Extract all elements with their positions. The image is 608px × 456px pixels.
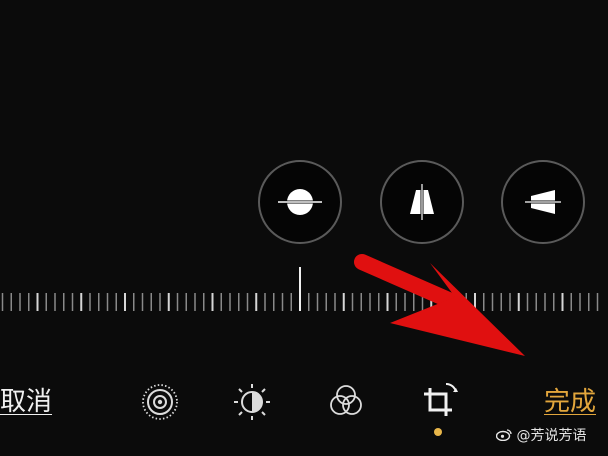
straighten-dial[interactable]	[0, 265, 608, 315]
adjust-button[interactable]	[230, 380, 274, 424]
filters-button[interactable]	[324, 380, 368, 424]
filters-icon	[330, 385, 362, 415]
vertical-perspective-button[interactable]	[380, 160, 464, 244]
active-tool-indicator	[434, 428, 442, 436]
live-photo-button[interactable]	[138, 380, 182, 424]
live-photo-icon	[142, 384, 178, 420]
watermark: @芳说芳语	[495, 425, 587, 445]
horizon-straighten-button[interactable]	[258, 160, 342, 244]
horizontal-perspective-icon	[523, 190, 563, 214]
done-button[interactable]: 完成	[544, 384, 596, 420]
vertical-perspective-icon	[410, 182, 434, 222]
crop-rotate-button[interactable]	[416, 380, 460, 424]
adjust-icon	[234, 384, 270, 420]
crop-rotate-icon	[424, 382, 458, 416]
cancel-button[interactable]: 取消	[0, 384, 52, 420]
horizontal-perspective-button[interactable]	[501, 160, 585, 244]
weibo-icon	[495, 428, 516, 444]
watermark-text: @芳说芳语	[516, 428, 587, 444]
horizon-level-icon	[278, 189, 322, 215]
